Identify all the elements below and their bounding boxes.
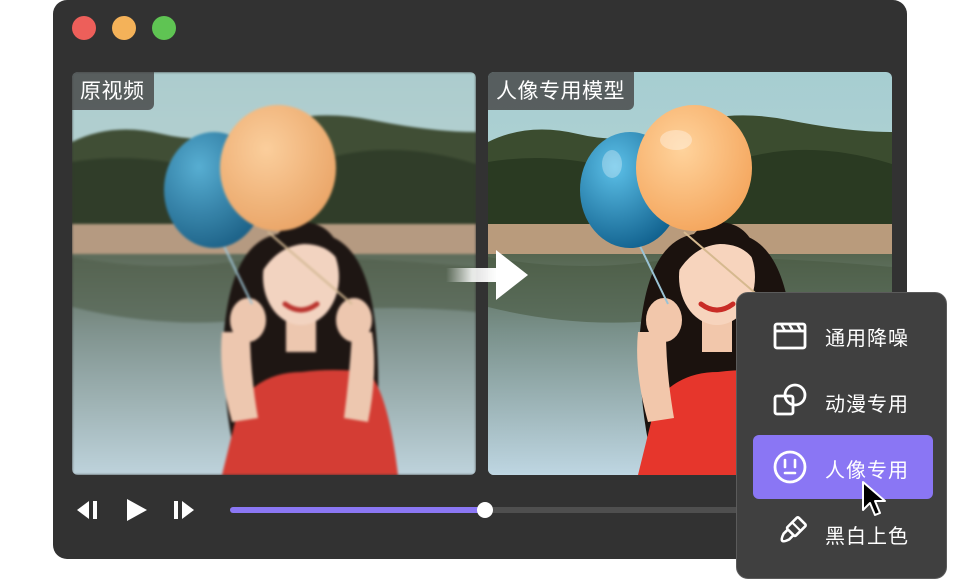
progress-fill <box>230 507 485 513</box>
overlapping-shapes-icon <box>773 383 807 416</box>
skip-next-icon[interactable] <box>169 495 199 525</box>
arrow-right-icon <box>446 250 528 300</box>
menu-item-general-denoise[interactable]: 通用降噪 <box>753 303 933 367</box>
mouse-pointer-icon <box>862 481 886 516</box>
original-video-label: 原视频 <box>72 72 154 110</box>
menu-item-label: 动漫专用 <box>825 392 909 416</box>
skip-previous-icon[interactable] <box>73 495 103 525</box>
menu-item-label: 黑白上色 <box>825 524 909 548</box>
original-video-panel: 原视频 <box>72 72 476 475</box>
menu-item-portrait[interactable]: 人像专用 <box>753 435 933 499</box>
clapperboard-icon <box>773 322 807 350</box>
progress-thumb[interactable] <box>476 502 493 518</box>
original-video-frame <box>72 72 476 475</box>
menu-item-label: 通用降噪 <box>825 326 909 350</box>
close-window-button[interactable] <box>72 16 96 40</box>
maximize-window-button[interactable] <box>152 16 176 40</box>
face-icon <box>773 450 807 484</box>
paint-brush-icon <box>780 516 807 543</box>
model-menu: 通用降噪 动漫专用 人像专用 黑白上色 <box>736 292 947 579</box>
enhanced-video-label: 人像专用模型 <box>488 72 634 110</box>
minimize-window-button[interactable] <box>112 16 136 40</box>
play-icon[interactable] <box>121 495 151 525</box>
menu-item-colorize[interactable]: 黑白上色 <box>753 501 933 565</box>
progress-track[interactable] <box>230 502 750 518</box>
menu-item-anime[interactable]: 动漫专用 <box>753 369 933 433</box>
menu-item-label: 人像专用 <box>825 458 909 482</box>
